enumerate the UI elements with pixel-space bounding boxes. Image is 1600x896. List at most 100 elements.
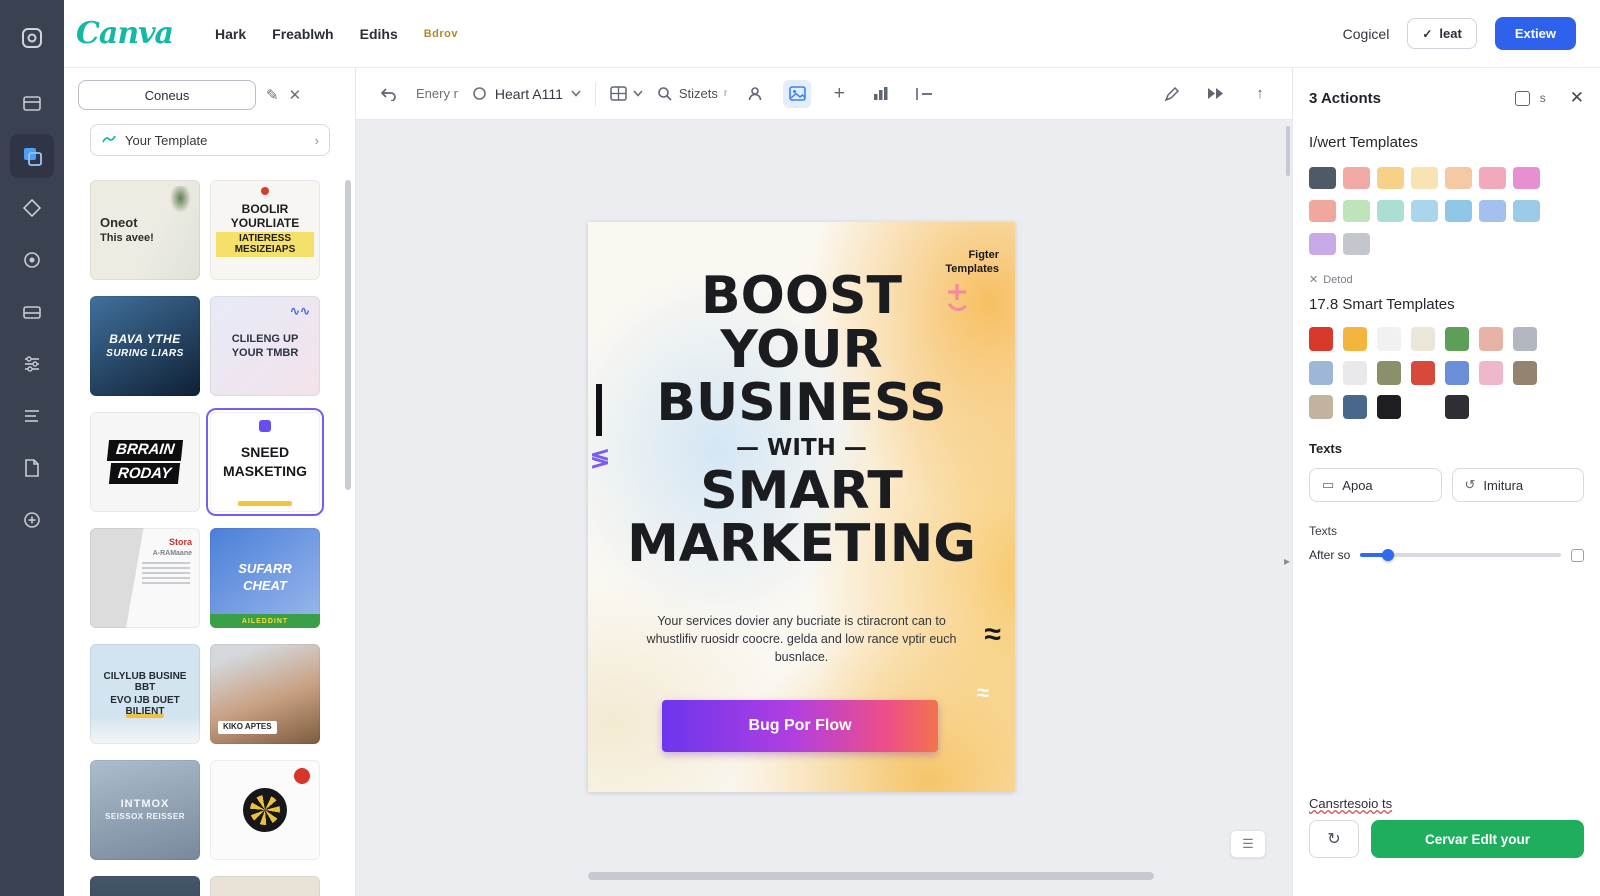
- menu-badge[interactable]: Bdrov: [424, 28, 458, 40]
- template-thumbnail[interactable]: BAVA YTHE SURING LIARS: [90, 296, 200, 396]
- sidebar-item-text[interactable]: [10, 394, 54, 438]
- panel-scrollbar[interactable]: [345, 180, 351, 490]
- template-thumbnail[interactable]: Oneot This avee!: [90, 180, 200, 280]
- flip-dash-icon[interactable]: [909, 80, 937, 108]
- color-swatch[interactable]: [1513, 167, 1540, 189]
- app-logo-icon[interactable]: [10, 16, 54, 60]
- sidebar-item-apps[interactable]: [10, 498, 54, 542]
- template-thumbnail[interactable]: SUFARR CHEAT AILEDDINT: [210, 528, 320, 628]
- smart-template-thumb[interactable]: [1309, 327, 1333, 351]
- color-swatch[interactable]: [1343, 167, 1370, 189]
- sidebar-item-brand[interactable]: [10, 238, 54, 282]
- poster-headline[interactable]: BOOST YOUR BUSINESS — WITH — SMART MARKE…: [588, 269, 1015, 572]
- color-swatch[interactable]: [1309, 200, 1336, 222]
- smart-template-thumb[interactable]: [1343, 395, 1367, 419]
- smart-template-thumb[interactable]: [1411, 327, 1435, 351]
- stizets-tool[interactable]: Stizets r: [657, 86, 727, 102]
- menu-item-freablwh[interactable]: Freablwh: [272, 26, 333, 42]
- color-swatch[interactable]: [1343, 200, 1370, 222]
- template-thumbnail[interactable]: INTMOX SEISSOX REISSER: [90, 760, 200, 860]
- template-thumbnail[interactable]: CILYLUB BUSINE BBT EVO IJB DUET BILIENT: [90, 644, 200, 744]
- undo-icon[interactable]: [374, 80, 402, 108]
- color-swatch[interactable]: [1479, 167, 1506, 189]
- white-squiggle-decor[interactable]: ≈: [977, 680, 989, 706]
- add-icon[interactable]: +: [825, 80, 853, 108]
- sidebar-item-tools[interactable]: [10, 342, 54, 386]
- close-panel-icon[interactable]: ✕: [1570, 88, 1584, 108]
- poster-body-text[interactable]: Your services dovier any bucriate is cti…: [637, 612, 967, 666]
- confirm-button[interactable]: Cervar Edlt your: [1371, 820, 1584, 858]
- sidebar-item-elements[interactable]: [10, 186, 54, 230]
- color-swatch[interactable]: [1377, 167, 1404, 189]
- after-slider[interactable]: [1360, 549, 1561, 561]
- fast-forward-icon[interactable]: [1202, 80, 1230, 108]
- grid-view-icon[interactable]: [1514, 90, 1530, 106]
- refresh-button[interactable]: ↻: [1309, 820, 1359, 858]
- sidebar-item-projects[interactable]: [10, 446, 54, 490]
- detod-filter-chip[interactable]: ✕ Detod: [1309, 273, 1584, 287]
- smart-template-thumb[interactable]: [1343, 361, 1367, 385]
- edit-pencil-icon[interactable]: ✎: [266, 88, 279, 103]
- smart-template-thumb[interactable]: [1479, 327, 1503, 351]
- smart-template-thumb[interactable]: [1377, 327, 1401, 351]
- smart-template-thumb[interactable]: [1309, 395, 1333, 419]
- canva-logo[interactable]: Canva: [76, 16, 174, 51]
- slider-handle[interactable]: [1382, 549, 1395, 561]
- vertical-scrollbar[interactable]: [1286, 126, 1290, 176]
- image-tool-icon[interactable]: [783, 79, 812, 108]
- color-swatch[interactable]: [1309, 167, 1336, 189]
- arrow-up-icon[interactable]: ↑: [1246, 80, 1274, 108]
- chart-icon[interactable]: [867, 80, 895, 108]
- color-swatch[interactable]: [1377, 200, 1404, 222]
- smart-template-thumb[interactable]: [1445, 361, 1469, 385]
- smart-template-thumb[interactable]: [1343, 327, 1367, 351]
- template-thumbnail-selected[interactable]: SNEED MASKETING: [206, 408, 324, 516]
- table-tool[interactable]: [610, 86, 643, 101]
- pen-icon[interactable]: [1158, 80, 1186, 108]
- color-swatch[interactable]: [1513, 200, 1540, 222]
- horizontal-scrollbar[interactable]: [588, 872, 1154, 880]
- poster-cta-button[interactable]: Bug Por Flow: [662, 700, 938, 752]
- slider-settings-icon[interactable]: [1571, 548, 1584, 562]
- color-swatch[interactable]: [1445, 167, 1472, 189]
- black-squiggle-decor[interactable]: ≈: [985, 618, 1001, 652]
- color-swatch[interactable]: [1479, 200, 1506, 222]
- person-icon[interactable]: [741, 80, 769, 108]
- search-input[interactable]: [78, 80, 256, 110]
- smart-template-thumb[interactable]: [1377, 361, 1401, 385]
- template-thumbnail[interactable]: ∿∿ CLILENG UP YOUR TMBR: [210, 296, 320, 396]
- header-link[interactable]: Cogicel: [1343, 26, 1390, 42]
- template-thumbnail[interactable]: BRRAIN RODAY: [90, 412, 200, 512]
- smart-template-thumb[interactable]: [1445, 395, 1469, 419]
- toolbar-enery-label[interactable]: Enery r: [416, 86, 458, 101]
- template-thumbnail[interactable]: Stora A-RAMaane: [90, 528, 200, 628]
- smart-template-thumb[interactable]: [1411, 361, 1435, 385]
- smart-template-thumb[interactable]: [1445, 327, 1469, 351]
- smart-template-thumb[interactable]: [1513, 361, 1537, 385]
- template-thumbnail[interactable]: [210, 876, 320, 896]
- clear-search-icon[interactable]: ✕: [289, 88, 302, 103]
- template-thumbnail[interactable]: KIKO APTES: [210, 644, 320, 744]
- design-page[interactable]: Figter Templates ≶ BOOST YOUR BUSINESS —…: [588, 222, 1015, 792]
- your-template-button[interactable]: Your Template ›: [90, 124, 330, 156]
- smart-template-thumb[interactable]: [1377, 395, 1401, 419]
- color-swatch[interactable]: [1411, 200, 1438, 222]
- menu-item-edihs[interactable]: Edihs: [360, 26, 398, 42]
- sidebar-item-uploads[interactable]: [10, 290, 54, 334]
- panel-collapse-chevron[interactable]: ▸: [1284, 554, 1290, 568]
- color-swatch[interactable]: [1343, 233, 1370, 255]
- template-thumbnail[interactable]: [210, 760, 320, 860]
- color-swatch[interactable]: [1411, 167, 1438, 189]
- smart-template-thumb[interactable]: [1309, 361, 1333, 385]
- imitura-button[interactable]: ↺ Imitura: [1451, 468, 1584, 502]
- notes-button[interactable]: ☰: [1230, 830, 1266, 858]
- share-button[interactable]: ✓ leat: [1407, 18, 1477, 49]
- template-thumbnail[interactable]: [90, 876, 200, 896]
- sidebar-item-design[interactable]: [10, 82, 54, 126]
- font-selector[interactable]: Heart A111: [472, 86, 581, 102]
- color-swatch[interactable]: [1445, 200, 1472, 222]
- apoa-button[interactable]: ▭ Apoa: [1309, 468, 1442, 502]
- template-thumbnail[interactable]: BOOLIR YOURLIATE IATIERESS MESIZEIAPS: [210, 180, 320, 280]
- export-button[interactable]: Extiew: [1494, 17, 1576, 50]
- sidebar-item-templates[interactable]: [10, 134, 54, 178]
